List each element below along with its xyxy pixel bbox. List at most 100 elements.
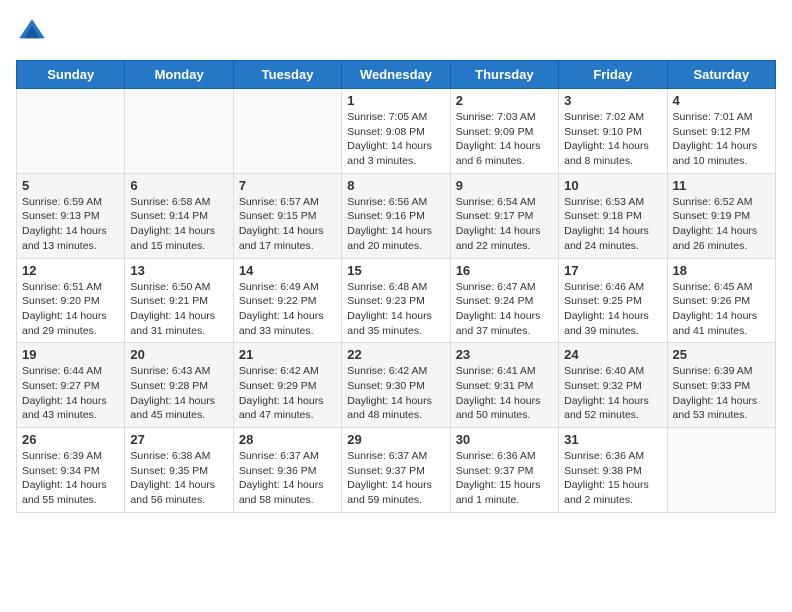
day-number: 1: [347, 93, 444, 108]
day-number: 26: [22, 432, 119, 447]
calendar-day-cell: 15 Sunrise: 6:48 AMSunset: 9:23 PMDayligh…: [342, 258, 450, 343]
day-info: Sunrise: 6:37 AMSunset: 9:37 PMDaylight:…: [347, 449, 444, 508]
calendar-day-cell: 5 Sunrise: 6:59 AMSunset: 9:13 PMDaylight…: [17, 173, 125, 258]
calendar-table: SundayMondayTuesdayWednesdayThursdayFrid…: [16, 60, 776, 513]
day-number: 17: [564, 263, 661, 278]
day-number: 27: [130, 432, 227, 447]
day-number: 18: [673, 263, 770, 278]
calendar-day-cell: 16 Sunrise: 6:47 AMSunset: 9:24 PMDayligh…: [450, 258, 558, 343]
day-info: Sunrise: 6:42 AMSunset: 9:30 PMDaylight:…: [347, 364, 444, 423]
day-number: 11: [673, 178, 770, 193]
calendar-week-row: 12Sunrise: 6:51 AMSunset: 9:20 PMDayligh…: [17, 258, 776, 343]
day-number: 7: [239, 178, 336, 193]
day-number: 28: [239, 432, 336, 447]
calendar-day-cell: 1 Sunrise: 7:05 AMSunset: 9:08 PMDaylight…: [342, 89, 450, 174]
calendar-day-cell: [17, 89, 125, 174]
calendar-day-cell: [233, 89, 341, 174]
day-of-week-header: Monday: [125, 61, 233, 89]
day-number: 24: [564, 347, 661, 362]
day-info: Sunrise: 6:38 AMSunset: 9:35 PMDaylight:…: [130, 449, 227, 508]
page-header: [16, 16, 776, 48]
day-number: 29: [347, 432, 444, 447]
day-info: Sunrise: 6:45 AMSunset: 9:26 PMDaylight:…: [673, 280, 770, 339]
calendar-day-cell: 21Sunrise: 6:42 AMSunset: 9:29 PMDayligh…: [233, 343, 341, 428]
day-number: 13: [130, 263, 227, 278]
day-number: 10: [564, 178, 661, 193]
calendar-day-cell: 8 Sunrise: 6:56 AMSunset: 9:16 PMDaylight…: [342, 173, 450, 258]
day-info: Sunrise: 6:50 AMSunset: 9:21 PMDaylight:…: [130, 280, 227, 339]
day-number: 25: [673, 347, 770, 362]
day-info: Sunrise: 6:43 AMSunset: 9:28 PMDaylight:…: [130, 364, 227, 423]
day-info: Sunrise: 6:37 AMSunset: 9:36 PMDaylight:…: [239, 449, 336, 508]
day-info: Sunrise: 6:56 AMSunset: 9:16 PMDaylight:…: [347, 195, 444, 254]
day-info: Sunrise: 6:59 AMSunset: 9:13 PMDaylight:…: [22, 195, 119, 254]
day-of-week-header: Wednesday: [342, 61, 450, 89]
calendar-header-row: SundayMondayTuesdayWednesdayThursdayFrid…: [17, 61, 776, 89]
day-info: Sunrise: 6:39 AMSunset: 9:34 PMDaylight:…: [22, 449, 119, 508]
day-number: 23: [456, 347, 553, 362]
day-number: 3: [564, 93, 661, 108]
calendar-day-cell: 14 Sunrise: 6:49 AMSunset: 9:22 PMDayligh…: [233, 258, 341, 343]
calendar-day-cell: 26 Sunrise: 6:39 AMSunset: 9:34 PMDayligh…: [17, 428, 125, 513]
day-info: Sunrise: 6:39 AMSunset: 9:33 PMDaylight:…: [673, 364, 770, 423]
calendar-day-cell: [667, 428, 775, 513]
day-number: 2: [456, 93, 553, 108]
calendar-day-cell: 6Sunrise: 6:58 AMSunset: 9:14 PMDaylight…: [125, 173, 233, 258]
day-info: Sunrise: 6:41 AMSunset: 9:31 PMDaylight:…: [456, 364, 553, 423]
day-info: Sunrise: 6:44 AMSunset: 9:27 PMDaylight:…: [22, 364, 119, 423]
day-info: Sunrise: 6:52 AMSunset: 9:19 PMDaylight:…: [673, 195, 770, 254]
calendar-day-cell: 10 Sunrise: 6:53 AMSunset: 9:18 PMDayligh…: [559, 173, 667, 258]
calendar-day-cell: 3 Sunrise: 7:02 AMSunset: 9:10 PMDaylight…: [559, 89, 667, 174]
day-info: Sunrise: 6:51 AMSunset: 9:20 PMDaylight:…: [22, 280, 119, 339]
calendar-week-row: 5 Sunrise: 6:59 AMSunset: 9:13 PMDaylight…: [17, 173, 776, 258]
calendar-day-cell: 22 Sunrise: 6:42 AMSunset: 9:30 PMDayligh…: [342, 343, 450, 428]
day-number: 22: [347, 347, 444, 362]
day-of-week-header: Tuesday: [233, 61, 341, 89]
day-of-week-header: Friday: [559, 61, 667, 89]
day-info: Sunrise: 6:47 AMSunset: 9:24 PMDaylight:…: [456, 280, 553, 339]
calendar-day-cell: 19 Sunrise: 6:44 AMSunset: 9:27 PMDayligh…: [17, 343, 125, 428]
day-info: Sunrise: 6:53 AMSunset: 9:18 PMDaylight:…: [564, 195, 661, 254]
calendar-day-cell: 17Sunrise: 6:46 AMSunset: 9:25 PMDayligh…: [559, 258, 667, 343]
day-info: Sunrise: 6:54 AMSunset: 9:17 PMDaylight:…: [456, 195, 553, 254]
day-info: Sunrise: 7:02 AMSunset: 9:10 PMDaylight:…: [564, 110, 661, 169]
calendar-day-cell: 20 Sunrise: 6:43 AMSunset: 9:28 PMDayligh…: [125, 343, 233, 428]
day-info: Sunrise: 7:05 AMSunset: 9:08 PMDaylight:…: [347, 110, 444, 169]
calendar-day-cell: 23 Sunrise: 6:41 AMSunset: 9:31 PMDayligh…: [450, 343, 558, 428]
calendar-day-cell: 31Sunrise: 6:36 AMSunset: 9:38 PMDayligh…: [559, 428, 667, 513]
day-number: 5: [22, 178, 119, 193]
day-info: Sunrise: 6:49 AMSunset: 9:22 PMDaylight:…: [239, 280, 336, 339]
day-number: 30: [456, 432, 553, 447]
calendar-day-cell: 24Sunrise: 6:40 AMSunset: 9:32 PMDayligh…: [559, 343, 667, 428]
day-info: Sunrise: 7:01 AMSunset: 9:12 PMDaylight:…: [673, 110, 770, 169]
calendar-day-cell: 27 Sunrise: 6:38 AMSunset: 9:35 PMDayligh…: [125, 428, 233, 513]
day-info: Sunrise: 6:42 AMSunset: 9:29 PMDaylight:…: [239, 364, 336, 423]
calendar-day-cell: 28 Sunrise: 6:37 AMSunset: 9:36 PMDayligh…: [233, 428, 341, 513]
day-number: 20: [130, 347, 227, 362]
calendar-day-cell: 9Sunrise: 6:54 AMSunset: 9:17 PMDaylight…: [450, 173, 558, 258]
day-info: Sunrise: 6:36 AMSunset: 9:38 PMDaylight:…: [564, 449, 661, 508]
calendar-day-cell: 12Sunrise: 6:51 AMSunset: 9:20 PMDayligh…: [17, 258, 125, 343]
day-number: 19: [22, 347, 119, 362]
calendar-day-cell: 11 Sunrise: 6:52 AMSunset: 9:19 PMDayligh…: [667, 173, 775, 258]
calendar-week-row: 26 Sunrise: 6:39 AMSunset: 9:34 PMDayligh…: [17, 428, 776, 513]
day-info: Sunrise: 6:57 AMSunset: 9:15 PMDaylight:…: [239, 195, 336, 254]
calendar-day-cell: 29 Sunrise: 6:37 AMSunset: 9:37 PMDayligh…: [342, 428, 450, 513]
day-info: Sunrise: 6:48 AMSunset: 9:23 PMDaylight:…: [347, 280, 444, 339]
day-of-week-header: Thursday: [450, 61, 558, 89]
day-info: Sunrise: 6:36 AMSunset: 9:37 PMDaylight:…: [456, 449, 553, 508]
logo: [16, 16, 52, 48]
calendar-day-cell: 30 Sunrise: 6:36 AMSunset: 9:37 PMDayligh…: [450, 428, 558, 513]
calendar-day-cell: 2Sunrise: 7:03 AMSunset: 9:09 PMDaylight…: [450, 89, 558, 174]
day-number: 8: [347, 178, 444, 193]
day-number: 15: [347, 263, 444, 278]
day-number: 16: [456, 263, 553, 278]
calendar-day-cell: 7 Sunrise: 6:57 AMSunset: 9:15 PMDaylight…: [233, 173, 341, 258]
day-number: 6: [130, 178, 227, 193]
day-number: 4: [673, 93, 770, 108]
logo-icon: [16, 16, 48, 48]
calendar-day-cell: 13 Sunrise: 6:50 AMSunset: 9:21 PMDayligh…: [125, 258, 233, 343]
calendar-week-row: 1 Sunrise: 7:05 AMSunset: 9:08 PMDaylight…: [17, 89, 776, 174]
day-number: 14: [239, 263, 336, 278]
day-of-week-header: Saturday: [667, 61, 775, 89]
